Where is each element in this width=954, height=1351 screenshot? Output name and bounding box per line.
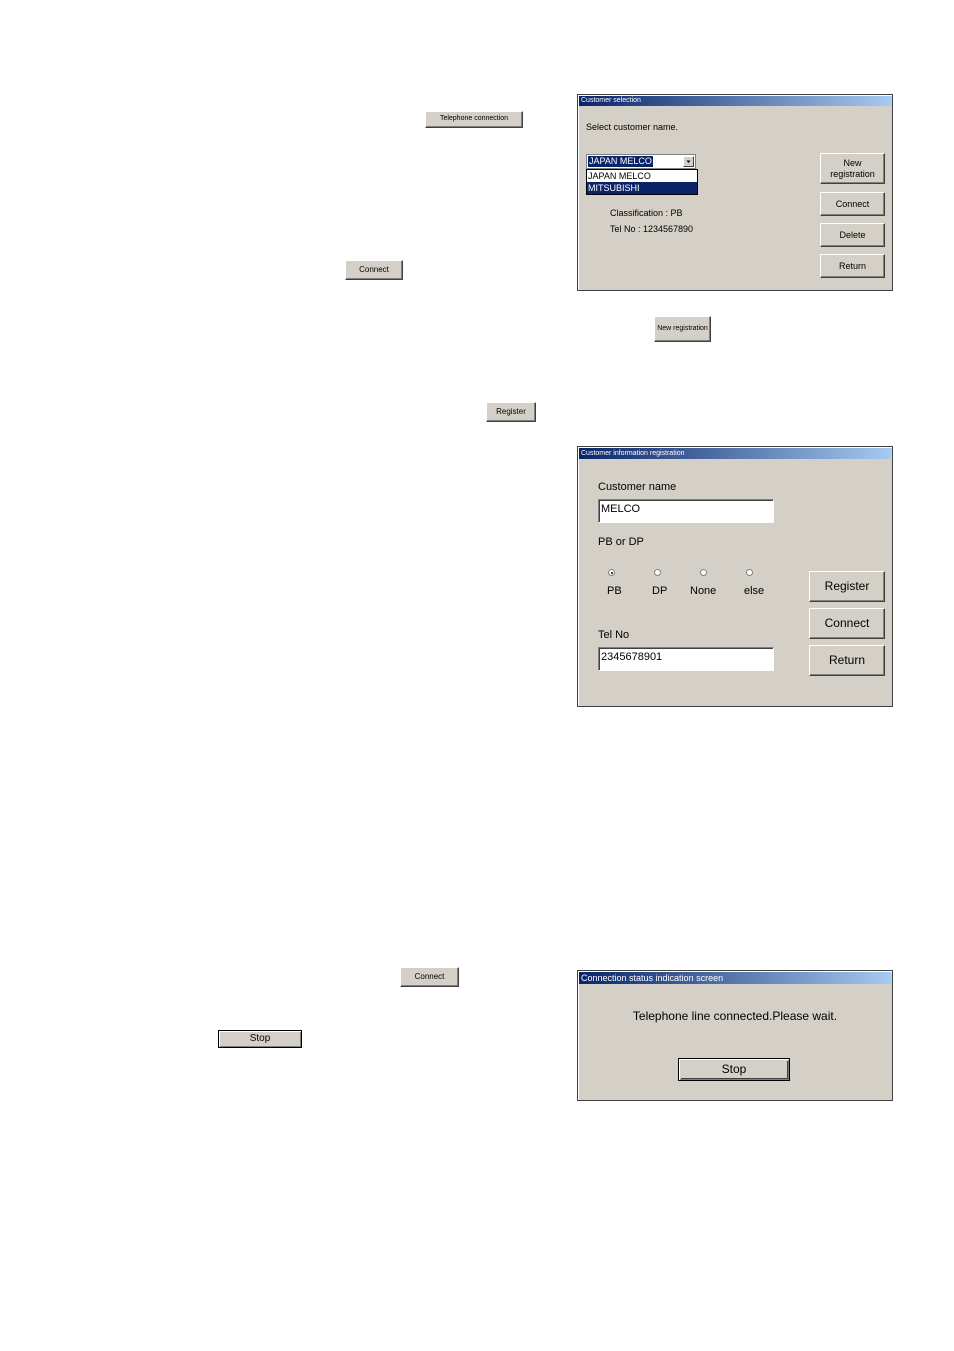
new-registration-button-inline[interactable]: New registration xyxy=(654,316,711,342)
radio-none[interactable] xyxy=(700,569,707,576)
new-registration-button[interactable]: New registration xyxy=(820,153,885,184)
customer-dropdown-list: JAPAN MELCO MITSUBISHI xyxy=(586,169,698,195)
customer-selection-dialog: Customer selection Select customer name.… xyxy=(577,94,893,291)
dialog-title: Customer information registration xyxy=(579,448,891,459)
select-customer-prompt: Select customer name. xyxy=(586,122,679,132)
connect-button[interactable]: Connect xyxy=(820,192,885,216)
delete-button[interactable]: Delete xyxy=(820,223,885,247)
radio-label-none: None xyxy=(690,585,717,597)
classification-text: Classification : PB xyxy=(610,208,683,218)
tel-no-text: Tel No : 1234567890 xyxy=(610,224,694,234)
connect-button[interactable]: Connect xyxy=(809,608,885,639)
telephone-connection-button[interactable]: Telephone connection xyxy=(425,111,523,128)
tel-no-input[interactable]: 2345678901 xyxy=(598,647,774,671)
customer-name-dropdown[interactable]: JAPAN MELCO xyxy=(586,154,696,169)
radio-label-pb: PB xyxy=(607,585,622,597)
dialog-title: Customer selection xyxy=(579,96,891,106)
dropdown-option[interactable]: JAPAN MELCO xyxy=(588,171,696,182)
stop-button-inline[interactable]: Stop xyxy=(218,1030,302,1048)
radio-label-dp: DP xyxy=(652,585,668,597)
radio-label-else: else xyxy=(744,585,765,597)
dialog-title: Connection status indication screen xyxy=(579,972,891,984)
customer-name-input[interactable]: MELCO xyxy=(598,499,774,523)
radio-dp[interactable] xyxy=(654,569,661,576)
connect-button-inline-2[interactable]: Connect xyxy=(400,967,459,987)
register-button[interactable]: Register xyxy=(809,571,885,602)
chevron-down-icon[interactable] xyxy=(683,156,694,167)
stop-button[interactable]: Stop xyxy=(678,1058,790,1081)
customer-name-label: Customer name xyxy=(598,481,677,493)
connection-status-dialog: Connection status indication screen Tele… xyxy=(577,970,893,1101)
customer-registration-dialog: Customer information registration Custom… xyxy=(577,446,893,707)
connection-status-message: Telephone line connected.Please wait. xyxy=(632,1009,838,1023)
pb-or-dp-label: PB or DP xyxy=(598,536,644,548)
return-button[interactable]: Return xyxy=(820,254,885,278)
dropdown-selected-value: JAPAN MELCO xyxy=(588,156,653,167)
radio-else[interactable] xyxy=(746,569,753,576)
tel-no-label: Tel No xyxy=(598,629,630,641)
radio-pb[interactable] xyxy=(608,569,615,576)
register-button-inline[interactable]: Register xyxy=(486,402,536,422)
connect-button-inline[interactable]: Connect xyxy=(345,260,403,280)
return-button[interactable]: Return xyxy=(809,645,885,676)
dropdown-option-highlighted[interactable]: MITSUBISHI xyxy=(587,182,697,194)
